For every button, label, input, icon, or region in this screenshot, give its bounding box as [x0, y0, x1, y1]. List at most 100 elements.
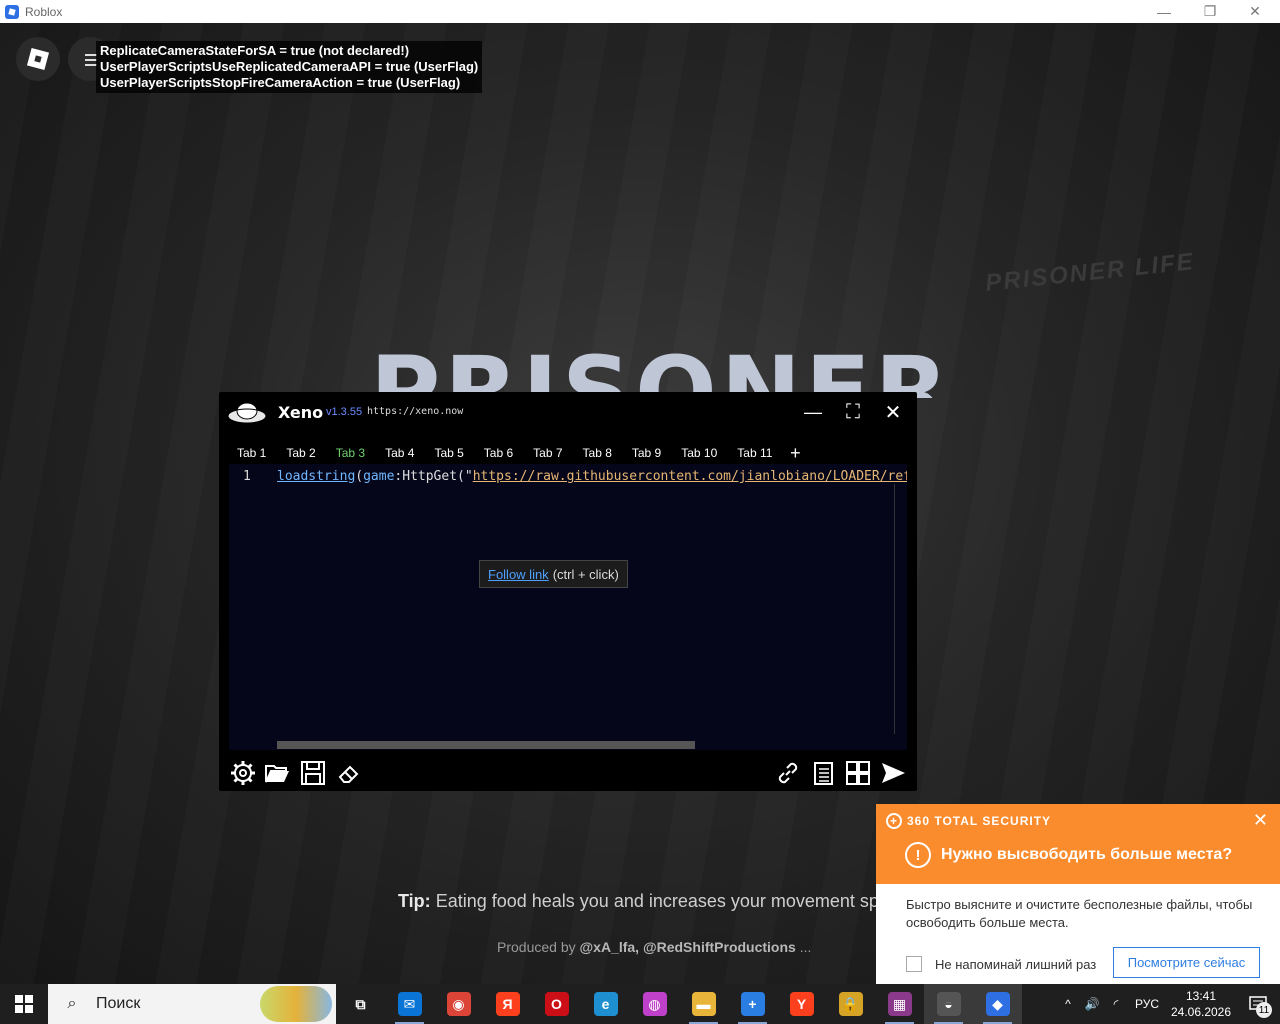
window-titlebar: Roblox — ❐ ✕ [0, 0, 1280, 23]
taskbar-app-lock-app[interactable]: 🔒 [826, 984, 875, 1024]
start-button[interactable] [0, 984, 48, 1024]
volume-icon[interactable]: 🔊 [1080, 997, 1104, 1011]
code-line[interactable]: loadstring(game:HttpGet("https://raw.git… [277, 469, 907, 484]
popup-body: Быстро выясните и очистите бесполезные ф… [906, 897, 1253, 930]
xeno-title: Xeno [278, 403, 324, 422]
task-view-icon: ⧉ [348, 992, 373, 1016]
xeno-minimize-button[interactable]: — [801, 400, 825, 424]
code-token-game: game [363, 469, 395, 484]
code-editor[interactable]: 1 loadstring(game:HttpGet("https://raw.g… [229, 464, 907, 750]
windows-logo-icon [15, 995, 33, 1013]
opera-icon: O [544, 992, 569, 1016]
xeno-close-button[interactable]: ✕ [881, 400, 905, 424]
color-app-icon: ◍ [642, 992, 667, 1016]
follow-link-hint: (ctrl + click) [552, 566, 619, 582]
popup-brand-label: 360 TOTAL SECURITY [907, 814, 1052, 828]
taskbar-app-task-view[interactable]: ⧉ [336, 984, 385, 1024]
loading-tip: Tip: Eating food heals you and increases… [398, 891, 909, 912]
dont-remind-checkbox[interactable] [906, 956, 922, 972]
taskbar-app-mail[interactable]: ✉ [385, 984, 434, 1024]
taskbar-app-roblox[interactable]: ◆ [973, 984, 1022, 1024]
search-highlight-image [260, 986, 332, 1022]
search-placeholder: Поиск [96, 995, 141, 1012]
gear-icon[interactable] [230, 760, 256, 786]
xeno-icon: ◒ [936, 992, 961, 1016]
tip-label: Tip: [398, 891, 431, 911]
security-popup: + 360 TOTAL SECURITY ✕ ! Нужно высвободи… [876, 804, 1280, 984]
credits-ellipsis: ... [799, 939, 812, 955]
taskbar-app-color-app[interactable]: ◍ [630, 984, 679, 1024]
xeno-tab-strip: Tab 1 Tab 2 Tab 3 Tab 4 Tab 5 Tab 6 Tab 7 Tab 8… [237, 442, 806, 464]
360-logo-icon: + [886, 813, 902, 829]
taskbar-app-file-explorer[interactable]: ▬ [679, 984, 728, 1024]
tab-4[interactable]: Tab 4 [385, 446, 414, 460]
taskbar-apps: ⧉ ✉ ◉ Я Oe ◍ ▬ + Y 🔒 ▦ ◒ ◆ [336, 984, 1022, 1024]
system-tray: ^ 🔊 ◜ РУС 13:41 24.06.2026 11 [1056, 984, 1280, 1024]
tab-6[interactable]: Tab 6 [484, 446, 513, 460]
roblox-icon: ◆ [985, 992, 1010, 1016]
taskbar-app-yandex-browser[interactable]: Y [777, 984, 826, 1024]
popup-headline: Нужно высвободить больше места? [941, 846, 1233, 863]
tab-10[interactable]: Tab 10 [681, 446, 717, 460]
tab-2[interactable]: Tab 2 [286, 446, 315, 460]
taskbar-app-yandex[interactable]: Я [483, 984, 532, 1024]
tab-11[interactable]: Tab 11 [737, 446, 772, 460]
yandex-icon: Я [495, 992, 520, 1016]
taskbar: ⌕ Поиск ⧉ ✉ ◉ Я Oe ◍ ▬ + Y 🔒 ▦ ◒ ◆ ^ 🔊 ◜ РУС 13:41 2… [0, 984, 1280, 1024]
xeno-version: v1.3.55 [326, 406, 363, 418]
editor-ruler [894, 484, 895, 734]
taskbar-app-edge[interactable]: e [581, 984, 630, 1024]
xeno-maximize-button[interactable]: ⛶ [841, 400, 865, 424]
close-button[interactable]: ✕ [1232, 0, 1278, 23]
folder-open-icon[interactable] [264, 760, 290, 786]
xeno-window[interactable]: Xeno v1.3.55 https://xeno.now — ⛶ ✕ Tab … [219, 392, 917, 791]
execute-icon[interactable] [880, 760, 906, 786]
inject-icon[interactable] [845, 760, 871, 786]
tray-clock[interactable]: 13:41 24.06.2026 [1166, 988, 1236, 1020]
exclamation-icon: ! [905, 842, 931, 868]
language-indicator[interactable]: РУС [1128, 997, 1166, 1011]
360-security-icon: + [740, 992, 765, 1016]
game-logo: PRISONER [370, 336, 953, 398]
horizontal-scrollbar[interactable] [277, 741, 695, 749]
tab-7[interactable]: Tab 7 [533, 446, 562, 460]
save-icon[interactable] [300, 760, 326, 786]
tray-chevron-icon[interactable]: ^ [1056, 997, 1080, 1011]
tab-5[interactable]: Tab 5 [434, 446, 463, 460]
winrar-icon: ▦ [887, 992, 912, 1016]
network-icon[interactable]: ◜ [1104, 997, 1128, 1011]
search-icon: ⌕ [67, 995, 77, 1012]
taskbar-app-opera[interactable]: O [532, 984, 581, 1024]
line-number: 1 [243, 469, 251, 484]
chrome-icon: ◉ [446, 992, 471, 1016]
mail-icon: ✉ [397, 992, 422, 1016]
taskbar-app-winrar[interactable]: ▦ [875, 984, 924, 1024]
tab-8[interactable]: Tab 8 [583, 446, 612, 460]
credits-authors: @xA_lfa, @RedShiftProductions [579, 939, 796, 955]
code-token-url[interactable]: https://raw.githubusercontent.com/jianlo… [473, 469, 907, 484]
script-list-icon[interactable] [811, 760, 837, 786]
taskbar-app-360-security[interactable]: + [728, 984, 777, 1024]
xeno-header[interactable]: Xeno v1.3.55 https://xeno.now — ⛶ ✕ [219, 392, 917, 432]
popup-alert: ! Нужно высвободить больше места? [905, 842, 1232, 868]
tab-1[interactable]: Tab 1 [237, 446, 266, 460]
notifications-button[interactable]: 11 [1236, 984, 1280, 1024]
popup-header: + 360 TOTAL SECURITY ✕ ! Нужно высвободи… [876, 804, 1280, 884]
ufo-logo-icon [227, 402, 267, 424]
tab-9[interactable]: Tab 9 [632, 446, 661, 460]
view-now-button[interactable]: Посмотрите сейчас [1113, 947, 1260, 978]
minimize-button[interactable]: — [1141, 0, 1187, 23]
restore-button[interactable]: ❐ [1187, 0, 1233, 23]
debug-line: ReplicateCameraStateForSA = true (not de… [100, 43, 410, 58]
popup-close-button[interactable]: ✕ [1253, 810, 1268, 831]
file-explorer-icon: ▬ [691, 992, 716, 1016]
follow-link[interactable]: Follow link [488, 567, 549, 582]
taskbar-app-xeno[interactable]: ◒ [924, 984, 973, 1024]
tab-3[interactable]: Tab 3 [336, 446, 365, 460]
taskbar-search[interactable]: ⌕ Поиск [48, 984, 336, 1024]
eraser-icon[interactable] [336, 760, 362, 786]
add-tab-button[interactable]: + [784, 442, 806, 464]
link-icon[interactable] [775, 760, 801, 786]
roblox-menu-button[interactable] [16, 37, 60, 81]
taskbar-app-chrome[interactable]: ◉ [434, 984, 483, 1024]
